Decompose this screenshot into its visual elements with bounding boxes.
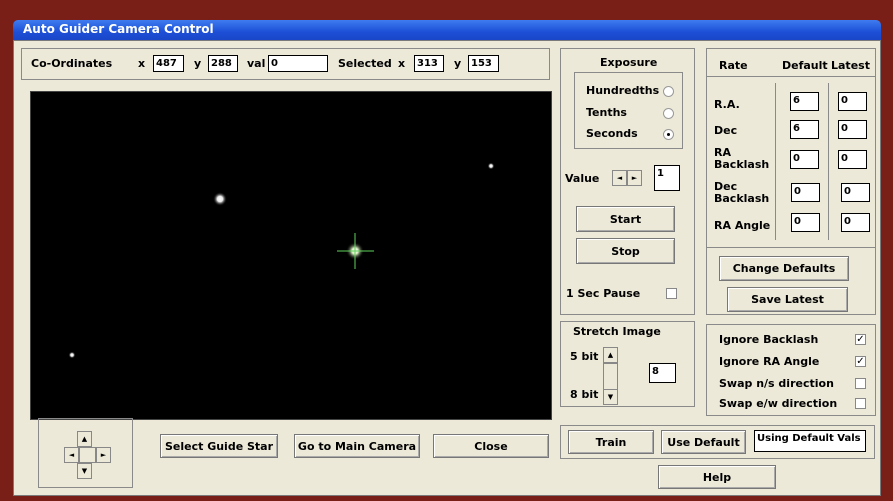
- move-telescope-label: Move Telescope: [38, 402, 136, 415]
- ra-angle-latest-field[interactable]: 0: [841, 213, 870, 232]
- y-coordinate-field[interactable]: 288: [208, 55, 238, 72]
- stretch-8bit-label: 8 bit: [570, 388, 599, 401]
- stretch-image-panel: Stretch Image 5 bit ▲ ▼ 8 bit 8: [560, 321, 695, 407]
- hundredths-label: Hundredths: [586, 84, 660, 97]
- rate-ra-angle-label: RA Angle: [714, 219, 771, 232]
- save-latest-button[interactable]: Save Latest: [727, 287, 848, 312]
- ignore-backlash-checkbox[interactable]: ✓: [855, 334, 866, 345]
- main-window: Co-Ordinates x 487 y 288 val 0 Selected …: [13, 40, 881, 496]
- rate-ra-backlash-label: RA Backlash: [714, 146, 770, 171]
- dec-default-field[interactable]: 6: [790, 120, 819, 139]
- train-panel: Train Use Default Using Default Vals: [560, 425, 875, 459]
- selected-x-field[interactable]: 313: [414, 55, 444, 72]
- move-west-button[interactable]: ◄: [64, 447, 79, 463]
- ra-backlash-latest-field[interactable]: 0: [838, 150, 867, 169]
- ra-latest-field[interactable]: 0: [838, 92, 867, 111]
- seconds-radio[interactable]: [663, 129, 674, 140]
- move-telescope-pad: ▲ ◄ ► ▼: [38, 418, 133, 488]
- exposure-value-field[interactable]: 1: [654, 165, 680, 191]
- rate-header: Rate: [719, 59, 748, 72]
- stretch-slider-track[interactable]: [603, 363, 618, 390]
- selected-label: Selected: [338, 57, 392, 70]
- rate-divider: [707, 76, 875, 77]
- dec-backlash-default-field[interactable]: 0: [791, 183, 820, 202]
- dec-latest-field[interactable]: 0: [838, 120, 867, 139]
- stretch-5bit-label: 5 bit: [570, 350, 599, 363]
- stretch-down-button[interactable]: ▼: [603, 389, 618, 405]
- stretch-image-title: Stretch Image: [573, 325, 661, 338]
- rate-panel: Rate Default Latest R.A. 6 0 Dec 6 0 RA …: [706, 48, 876, 315]
- seconds-label: Seconds: [586, 127, 638, 140]
- move-center: [79, 447, 96, 463]
- swap-ew-label: Swap e/w direction: [719, 397, 838, 410]
- swap-ns-checkbox[interactable]: [855, 378, 866, 389]
- rate-dec-backlash-label: Dec Backlash: [714, 180, 770, 205]
- move-north-button[interactable]: ▲: [77, 431, 92, 447]
- x-label: x: [138, 57, 146, 70]
- tenths-label: Tenths: [586, 106, 627, 119]
- ignore-ra-angle-label: Ignore RA Angle: [719, 355, 820, 368]
- rate-dec-label: Dec: [714, 124, 738, 137]
- default-header: Default: [782, 59, 828, 72]
- val-label: val: [247, 57, 266, 70]
- stretch-value-field[interactable]: 8: [649, 363, 676, 383]
- rate-col-divider-2: [828, 83, 829, 240]
- rate-divider-bottom: [707, 247, 875, 248]
- exposure-panel: Exposure Hundredths Tenths Seconds Value…: [560, 48, 695, 315]
- exposure-title: Exposure: [600, 56, 658, 69]
- stop-button[interactable]: Stop: [576, 238, 675, 264]
- selected-y-field[interactable]: 153: [468, 55, 499, 72]
- rate-col-divider-1: [775, 83, 776, 240]
- ignore-ra-angle-checkbox[interactable]: ✓: [855, 356, 866, 367]
- ra-default-field[interactable]: 6: [790, 92, 819, 111]
- one-sec-pause-checkbox[interactable]: [666, 288, 677, 299]
- selected-x-label: x: [398, 57, 406, 70]
- selected-y-label: y: [454, 57, 462, 70]
- train-button[interactable]: Train: [568, 430, 654, 454]
- dec-backlash-latest-field[interactable]: 0: [841, 183, 870, 202]
- one-sec-pause-label: 1 Sec Pause: [566, 287, 641, 300]
- guide-star-crosshair: [337, 233, 374, 269]
- move-south-button[interactable]: ▼: [77, 463, 92, 479]
- swap-ns-label: Swap n/s direction: [719, 377, 834, 390]
- value-increase-button[interactable]: ►: [627, 170, 642, 186]
- go-to-main-camera-button[interactable]: Go to Main Camera: [294, 434, 420, 458]
- tenths-radio[interactable]: [663, 108, 674, 119]
- options-panel: Ignore Backlash ✓ Ignore RA Angle ✓ Swap…: [706, 324, 876, 416]
- ignore-backlash-label: Ignore Backlash: [719, 333, 819, 346]
- rate-ra-label: R.A.: [714, 98, 740, 111]
- star: [487, 162, 495, 170]
- coordinates-panel: Co-Ordinates x 487 y 288 val 0 Selected …: [21, 48, 550, 80]
- ra-angle-default-field[interactable]: 0: [791, 213, 820, 232]
- ra-backlash-default-field[interactable]: 0: [790, 150, 819, 169]
- coordinates-label: Co-Ordinates: [31, 57, 113, 70]
- latest-header: Latest: [831, 59, 870, 72]
- camera-image[interactable]: [30, 91, 552, 420]
- change-defaults-button[interactable]: Change Defaults: [719, 256, 849, 281]
- hundredths-radio[interactable]: [663, 86, 674, 97]
- use-default-button[interactable]: Use Default: [661, 430, 746, 454]
- help-button[interactable]: Help: [658, 465, 776, 489]
- star: [213, 192, 227, 206]
- star-field: [68, 162, 495, 359]
- y-label: y: [194, 57, 202, 70]
- value-decrease-button[interactable]: ◄: [612, 170, 627, 186]
- val-field[interactable]: 0: [268, 55, 328, 72]
- window-title: Auto Guider Camera Control: [23, 22, 214, 36]
- move-east-button[interactable]: ►: [96, 447, 111, 463]
- status-field: Using Default Vals: [754, 430, 866, 452]
- close-button[interactable]: Close: [433, 434, 549, 458]
- select-guide-star-button[interactable]: Select Guide Star: [160, 434, 278, 458]
- stretch-up-button[interactable]: ▲: [603, 347, 618, 363]
- start-button[interactable]: Start: [576, 206, 675, 232]
- star: [68, 351, 76, 359]
- value-label: Value: [565, 172, 600, 185]
- x-coordinate-field[interactable]: 487: [153, 55, 184, 72]
- title-bar[interactable]: Auto Guider Camera Control: [13, 20, 881, 40]
- swap-ew-checkbox[interactable]: [855, 398, 866, 409]
